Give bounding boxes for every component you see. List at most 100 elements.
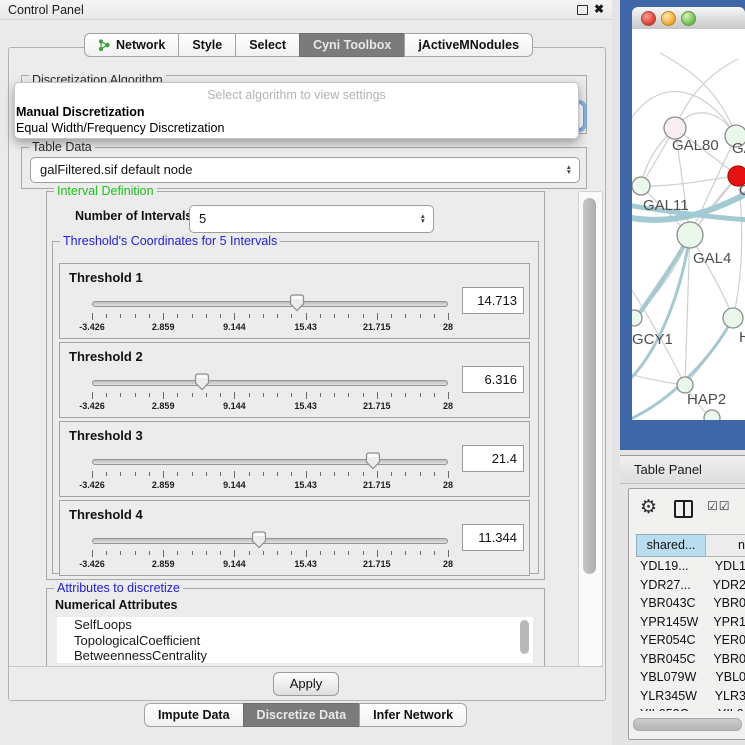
close-icon[interactable]: ✖ xyxy=(594,2,604,16)
gear-icon[interactable]: ⚙ xyxy=(640,496,657,519)
network-window-titlebar[interactable] xyxy=(632,7,745,30)
number-of-intervals-select[interactable]: 5 ▲▼ xyxy=(189,205,434,233)
tick-mark xyxy=(220,472,221,476)
cell-shared-name[interactable]: YBR045C xyxy=(636,652,705,671)
tick-mark xyxy=(177,393,178,397)
network-node-green[interactable] xyxy=(723,308,743,328)
cell-name[interactable]: YDR2 xyxy=(705,578,745,597)
tab-infer-network[interactable]: Infer Network xyxy=(359,703,467,727)
cell-shared-name[interactable]: YDR27... xyxy=(636,578,705,597)
tick-mark xyxy=(220,314,221,318)
network-node-green[interactable] xyxy=(704,410,720,420)
cell-shared-name[interactable]: YLR345W xyxy=(636,689,707,708)
threshold-value-field[interactable]: 6.316 xyxy=(462,366,524,393)
table-row[interactable]: YLR345WYLR3 xyxy=(636,689,745,708)
threshold-slider[interactable]: -3.4262.8599.14415.4321.71528 xyxy=(92,454,448,490)
table-row[interactable]: YIL052CYIL0 xyxy=(636,707,745,711)
tick-mark xyxy=(348,314,349,318)
slider-track[interactable] xyxy=(92,459,448,465)
threshold-slider[interactable]: -3.4262.8599.14415.4321.71528 xyxy=(92,296,448,332)
tab-network[interactable]: Network xyxy=(84,33,179,57)
tick-mark xyxy=(277,393,278,397)
menu-item-manual-discretization[interactable]: Manual Discretization xyxy=(16,105,145,119)
spinner-arrows-icon[interactable]: ▲▼ xyxy=(420,214,426,224)
cell-shared-name[interactable]: YIL052C xyxy=(636,707,710,711)
cell-name[interactable]: YER0 xyxy=(705,633,745,652)
cell-name[interactable]: YBR0 xyxy=(705,596,745,615)
network-canvas[interactable]: GAL80GACGAL11GAL4GCY1HHAP2 xyxy=(632,29,745,420)
slider-track[interactable] xyxy=(92,380,448,386)
cell-shared-name[interactable]: YPR145W xyxy=(636,615,705,634)
table-data-select[interactable]: galFiltered.sif default node ▲▼ xyxy=(30,157,580,183)
slider-track[interactable] xyxy=(92,301,448,307)
cell-name[interactable]: YDL1 xyxy=(707,559,745,578)
slider-track[interactable] xyxy=(92,538,448,544)
column-header-name[interactable]: na xyxy=(705,534,745,557)
tab-cyni-toolbox[interactable]: Cyni Toolbox xyxy=(299,33,405,57)
checkbox-columns-icon[interactable]: ☑☑ xyxy=(707,499,731,513)
tick-mark xyxy=(135,472,136,476)
spinner-arrows-icon[interactable]: ▲▼ xyxy=(566,165,572,175)
attribute-list-item[interactable]: BetweennessCentrality xyxy=(57,648,533,663)
slider-handle[interactable] xyxy=(289,293,306,312)
threshold-slider[interactable]: -3.4262.8599.14415.4321.71528 xyxy=(92,375,448,411)
network-node-green[interactable] xyxy=(677,222,703,248)
panel-title: Control Panel xyxy=(8,3,84,17)
table-horizontal-scrollbar[interactable] xyxy=(633,718,742,731)
tab-jactivemnodules[interactable]: jActiveMNodules xyxy=(404,33,533,57)
slider-handle[interactable] xyxy=(365,451,382,470)
cell-name[interactable]: YLR3 xyxy=(707,689,745,708)
cell-shared-name[interactable]: YDL19... xyxy=(636,559,707,578)
slider-handle[interactable] xyxy=(251,530,268,549)
cell-name[interactable]: YBL0 xyxy=(707,670,745,689)
tick-mark xyxy=(363,314,364,318)
table-row[interactable]: YBR045CYBR0 xyxy=(636,652,745,671)
attribute-list-item[interactable]: TopologicalCoefficient xyxy=(57,633,533,649)
list-scrollbar[interactable] xyxy=(520,620,529,654)
settings-scrollbar[interactable] xyxy=(578,191,603,667)
cell-name[interactable]: YBR0 xyxy=(705,652,745,671)
slider-handle[interactable] xyxy=(194,372,211,391)
apply-button[interactable]: Apply xyxy=(273,672,339,696)
close-traffic-light-icon[interactable] xyxy=(641,11,656,26)
cell-name[interactable]: YIL0 xyxy=(710,707,744,711)
tab-label: Impute Data xyxy=(158,704,230,726)
network-node-green[interactable] xyxy=(632,310,642,326)
threshold-value-field[interactable]: 11.344 xyxy=(462,524,524,551)
tick-mark xyxy=(263,551,264,555)
zoom-traffic-light-icon[interactable] xyxy=(681,11,696,26)
threshold-value-field[interactable]: 21.4 xyxy=(462,445,524,472)
cell-name[interactable]: YPR1 xyxy=(705,615,745,634)
network-edge[interactable] xyxy=(690,235,733,318)
tick-mark xyxy=(306,392,307,399)
cell-shared-name[interactable]: YBL079W xyxy=(636,670,707,689)
tab-style[interactable]: Style xyxy=(178,33,236,57)
tick-mark xyxy=(149,393,150,397)
network-edge[interactable] xyxy=(641,176,738,186)
network-node-pink[interactable] xyxy=(664,117,686,139)
tab-select[interactable]: Select xyxy=(235,33,300,57)
menu-item-equal-width-frequency[interactable]: Equal Width/Frequency Discretization xyxy=(16,121,224,135)
table-row[interactable]: YDR27...YDR2 xyxy=(636,578,745,597)
cell-shared-name[interactable]: YBR043C xyxy=(636,596,705,615)
table-row[interactable]: YBL079WYBL0 xyxy=(636,670,745,689)
scrollbar-thumb[interactable] xyxy=(583,198,596,574)
table-row[interactable]: YER054CYER0 xyxy=(636,633,745,652)
network-node-green[interactable] xyxy=(632,177,650,195)
numerical-attributes-list[interactable]: SelfLoopsTopologicalCoefficientBetweenne… xyxy=(57,617,533,663)
cell-shared-name[interactable]: YER054C xyxy=(636,633,705,652)
tick-mark xyxy=(377,313,378,320)
threshold-value-field[interactable]: 14.713 xyxy=(462,287,524,314)
column-header-shared-name[interactable]: shared... xyxy=(636,534,706,557)
tab-impute-data[interactable]: Impute Data xyxy=(144,703,244,727)
threshold-slider[interactable]: -3.4262.8599.14415.4321.71528 xyxy=(92,533,448,569)
table-row[interactable]: YPR145WYPR1 xyxy=(636,615,745,634)
tab-discretize-data[interactable]: Discretize Data xyxy=(243,703,361,727)
table-row[interactable]: YDL19...YDL1 xyxy=(636,559,745,578)
minimize-traffic-light-icon[interactable] xyxy=(661,11,676,26)
float-window-icon[interactable] xyxy=(577,5,588,15)
table-row[interactable]: YBR043CYBR0 xyxy=(636,596,745,615)
tick-label: 28 xyxy=(443,401,453,411)
attribute-list-item[interactable]: SelfLoops xyxy=(57,617,533,633)
column-layout-icon[interactable] xyxy=(674,500,693,518)
